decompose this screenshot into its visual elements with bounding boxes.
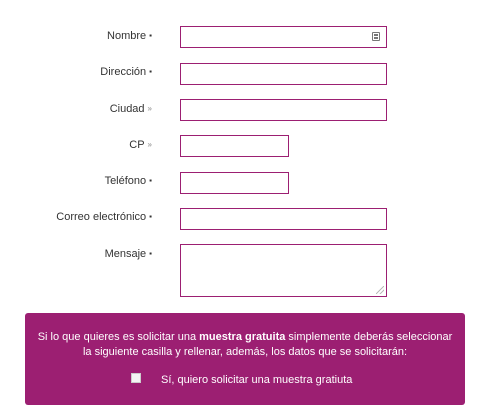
free-sample-text: Si lo que quieres es solicitar una muest… — [35, 330, 455, 360]
label-text: Correo electrónico — [56, 211, 147, 223]
telefono-input[interactable] — [180, 172, 289, 194]
label-nombre: Nombre ▪ — [107, 30, 152, 42]
resize-handle-icon[interactable] — [376, 286, 384, 294]
direccion-input[interactable] — [180, 63, 387, 85]
label-direccion: Dirección ▪ — [100, 66, 152, 78]
free-sample-checkbox[interactable] — [131, 373, 141, 383]
label-text: Nombre — [107, 30, 147, 42]
mensaje-textarea[interactable] — [180, 244, 387, 297]
free-sample-panel: Si lo que quieres es solicitar una muest… — [25, 313, 465, 405]
cp-input[interactable] — [180, 135, 289, 157]
panel-text-bold: muestra gratuita — [199, 331, 286, 343]
label-telefono: Teléfono ▪ — [105, 175, 152, 187]
bullet-icon: ▪ — [149, 67, 152, 76]
label-text: Dirección — [100, 66, 147, 78]
label-correo: Correo electrónico ▪ — [56, 211, 152, 223]
ciudad-input[interactable] — [180, 99, 387, 121]
chevron-right-icon: » — [147, 104, 152, 113]
label-ciudad: Ciudad» — [110, 103, 152, 115]
free-sample-checkbox-label[interactable]: Sí, quiero solicitar una muestra gratiut… — [161, 374, 352, 386]
email-input[interactable] — [180, 208, 387, 230]
chevron-right-icon: » — [147, 140, 152, 149]
nombre-input[interactable] — [180, 26, 387, 48]
bullet-icon: ▪ — [149, 31, 152, 40]
panel-text-before: Si lo que quieres es solicitar una — [37, 331, 200, 343]
label-text: Teléfono — [104, 175, 147, 187]
contact-card-icon[interactable] — [372, 32, 380, 41]
label-cp: CP» — [129, 139, 152, 151]
label-mensaje: Mensaje ▪ — [105, 248, 152, 260]
bullet-icon: ▪ — [149, 212, 152, 221]
label-text: Mensaje — [104, 248, 147, 260]
label-text: Ciudad — [109, 103, 145, 115]
bullet-icon: ▪ — [149, 176, 152, 185]
label-text: CP — [129, 139, 145, 151]
bullet-icon: ▪ — [149, 249, 152, 258]
